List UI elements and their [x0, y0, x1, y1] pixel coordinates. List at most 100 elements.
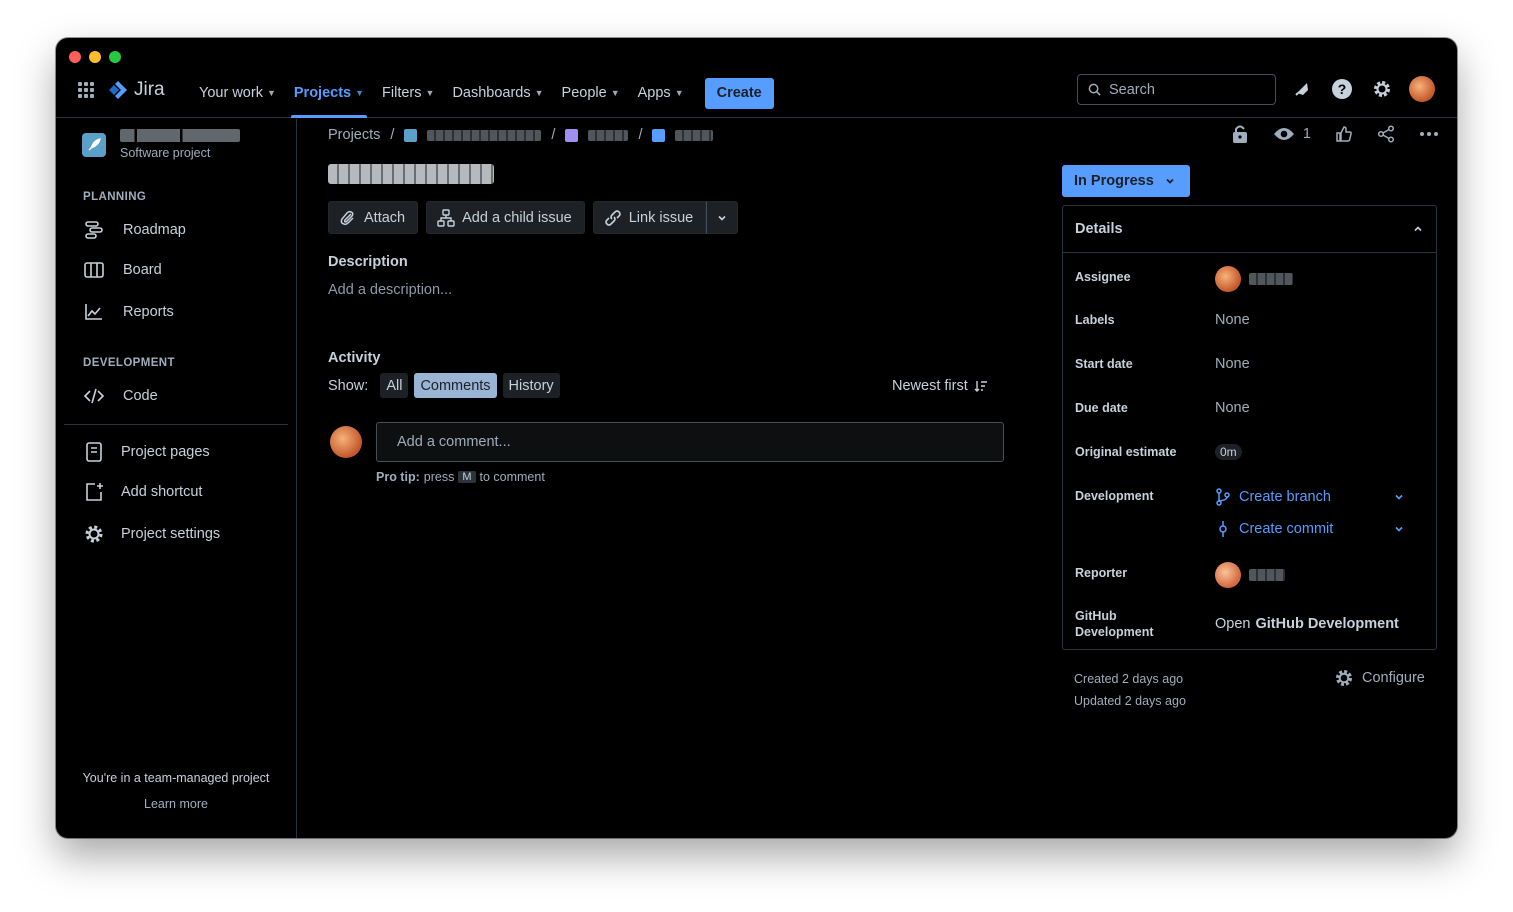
- project-header[interactable]: Software project: [82, 129, 240, 160]
- svg-text:?: ?: [1337, 81, 1346, 97]
- more-actions-dropdown[interactable]: [706, 201, 739, 234]
- zoom-window-button[interactable]: [109, 51, 121, 63]
- nav-dashboards[interactable]: Dashboards ▼: [443, 68, 552, 118]
- learn-more-link[interactable]: Learn more: [56, 797, 296, 811]
- description-header: Description: [328, 254, 408, 270]
- add-shortcut-icon: [86, 483, 103, 501]
- status-dropdown[interactable]: In Progress: [1062, 165, 1190, 197]
- development-label: Development: [1075, 489, 1154, 503]
- link-issue-group: Link issue: [592, 201, 739, 234]
- close-window-button[interactable]: [69, 51, 81, 63]
- reporter-avatar: [1215, 562, 1241, 588]
- create-commit-link[interactable]: Create commit: [1215, 520, 1405, 538]
- filter-comments[interactable]: Comments: [414, 373, 497, 398]
- nav-filters-label: Filters: [382, 85, 422, 101]
- development-header: DEVELOPMENT: [83, 357, 175, 369]
- due-date-value[interactable]: None: [1215, 400, 1250, 416]
- thumbs-up-icon[interactable]: [1335, 125, 1353, 143]
- labels-value[interactable]: None: [1215, 312, 1250, 328]
- original-estimate-value[interactable]: 0m: [1215, 444, 1242, 460]
- original-estimate-row: Original estimate 0m: [1075, 444, 1425, 460]
- create-branch-label: Create branch: [1239, 489, 1331, 505]
- add-child-issue-label: Add a child issue: [462, 209, 572, 226]
- sidebar-item-roadmap[interactable]: Roadmap: [83, 216, 186, 244]
- more-actions-icon[interactable]: [1419, 131, 1439, 137]
- open-github-development[interactable]: Open GitHub Development: [1215, 608, 1399, 640]
- nav-projects[interactable]: Projects ▼: [285, 68, 373, 118]
- sidebar-item-project-pages[interactable]: Project pages: [83, 438, 210, 466]
- sidebar-item-code[interactable]: Code: [83, 382, 158, 410]
- nav-your-work[interactable]: Your work ▼: [190, 68, 285, 118]
- status-label: In Progress: [1074, 173, 1154, 189]
- notifications-icon[interactable]: [1289, 74, 1314, 104]
- jira-logo-text: Jira: [134, 79, 165, 100]
- breadcrumb-epic-redacted[interactable]: [588, 129, 629, 141]
- chevron-down-icon: ▼: [355, 88, 365, 98]
- page-icon: [86, 442, 102, 462]
- sidebar-item-reports[interactable]: Reports: [83, 298, 174, 326]
- sidebar-item-label: Project pages: [121, 444, 210, 460]
- sort-newest-first[interactable]: Newest first: [892, 378, 988, 394]
- labels-row: Labels None: [1075, 312, 1425, 328]
- jira-logo[interactable]: Jira: [108, 79, 165, 101]
- sidebar-item-project-settings[interactable]: Project settings: [83, 520, 220, 548]
- breadcrumb-issue-key-redacted[interactable]: [675, 129, 714, 141]
- nav-people[interactable]: People ▼: [553, 68, 629, 118]
- sidebar-item-add-shortcut[interactable]: Add shortcut: [83, 478, 202, 506]
- timestamps: Created 2 days ago Updated 2 days ago: [1074, 668, 1186, 712]
- issue-title-redacted[interactable]: [328, 164, 494, 184]
- nav-apps[interactable]: Apps ▼: [629, 68, 693, 118]
- reporter-value[interactable]: [1215, 562, 1285, 588]
- search-placeholder: Search: [1109, 81, 1155, 98]
- comment-input[interactable]: Add a comment...: [376, 422, 1004, 462]
- share-icon[interactable]: [1377, 125, 1395, 143]
- details-panel: Details Assignee Labels None Start date …: [1062, 205, 1437, 650]
- epic-lightning-icon: [565, 128, 579, 142]
- updated-timestamp: Updated 2 days ago: [1074, 694, 1186, 708]
- reporter-label: Reporter: [1075, 566, 1128, 580]
- assignee-value[interactable]: [1215, 266, 1293, 292]
- assignee-avatar: [1215, 266, 1241, 292]
- chevron-down-icon: [718, 215, 726, 221]
- description-field[interactable]: Add a description...: [328, 282, 452, 298]
- chevron-down-icon[interactable]: [1393, 523, 1405, 535]
- link-issue-button[interactable]: Link issue: [592, 201, 707, 234]
- app-switcher-icon[interactable]: [78, 82, 94, 98]
- create-button[interactable]: Create: [704, 77, 774, 109]
- filter-history[interactable]: History: [502, 373, 560, 398]
- details-header[interactable]: Details: [1063, 206, 1436, 253]
- search-input[interactable]: Search: [1077, 74, 1276, 105]
- minimize-window-button[interactable]: [89, 51, 101, 63]
- nav-apps-label: Apps: [637, 85, 671, 101]
- main-nav: Your work ▼ Projects ▼ Filters ▼ Dashboards…: [190, 68, 774, 118]
- sidebar-item-board[interactable]: Board: [83, 256, 162, 284]
- sidebar-item-label: Project settings: [121, 526, 221, 542]
- start-date-row: Start date None: [1075, 356, 1425, 372]
- settings-gear-icon[interactable]: [1369, 74, 1394, 104]
- nav-filters[interactable]: Filters ▼: [373, 68, 443, 118]
- help-icon[interactable]: ?: [1329, 74, 1354, 104]
- project-rocket-icon: [404, 128, 418, 142]
- user-avatar[interactable]: [1409, 76, 1435, 102]
- github-open-text: Open: [1215, 616, 1251, 632]
- create-branch-link[interactable]: Create branch: [1215, 488, 1405, 506]
- configure-button[interactable]: Configure: [1334, 668, 1425, 688]
- github-development-link: GitHub Development: [1255, 616, 1399, 632]
- chevron-down-icon: ▼: [610, 88, 620, 98]
- watch-button[interactable]: 1: [1273, 126, 1311, 142]
- attach-button[interactable]: Attach: [328, 201, 419, 234]
- filter-all[interactable]: All: [380, 373, 409, 398]
- chevron-down-icon[interactable]: [1393, 491, 1405, 503]
- sidebar-item-label: Code: [123, 388, 158, 404]
- breadcrumb-projects[interactable]: Projects: [328, 127, 380, 143]
- start-date-value[interactable]: None: [1215, 356, 1250, 372]
- eye-icon: [1273, 128, 1294, 140]
- app-window: Jira Your work ▼ Projects ▼ Filters ▼ Dashb…: [56, 38, 1457, 838]
- add-child-issue-button[interactable]: Add a child issue: [426, 201, 585, 234]
- issue-actions: Attach Add a child issue Link issue: [328, 201, 739, 234]
- breadcrumb-project-redacted[interactable]: [427, 129, 542, 141]
- start-date-label: Start date: [1075, 357, 1133, 371]
- chevron-up-icon: [1414, 226, 1422, 232]
- chevron-down-icon: ▼: [266, 88, 276, 98]
- lock-icon[interactable]: [1231, 124, 1249, 144]
